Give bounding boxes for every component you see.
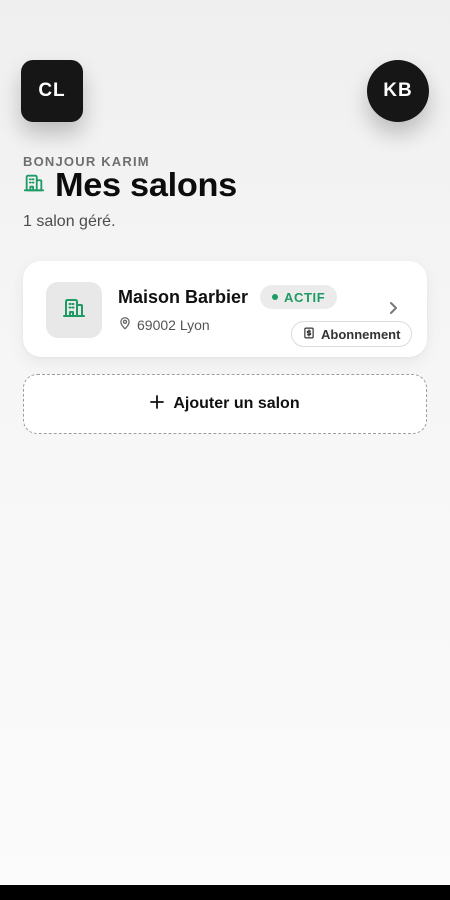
user-avatar[interactable]: KB: [367, 60, 429, 122]
subscription-button[interactable]: Abonnement: [291, 321, 413, 347]
app-badge[interactable]: CL: [21, 60, 83, 122]
map-pin-icon: [118, 316, 132, 333]
bottom-system-bar: [0, 885, 450, 900]
salon-thumbnail: [46, 282, 102, 338]
page-title: Mes salons: [55, 166, 237, 203]
salon-name: Maison Barbier: [118, 287, 249, 307]
location-text: 69002 Lyon: [137, 316, 210, 333]
receipt-icon: [303, 327, 315, 342]
salon-count: 1 salon géré.: [23, 213, 116, 230]
salon-location: 69002 Lyon: [118, 316, 210, 333]
status-dot: [272, 294, 278, 300]
add-salon-label: Ajouter un salon: [173, 395, 300, 412]
chevron-right-icon: [387, 299, 401, 317]
salon-card[interactable]: Maison Barbier ACTIF 69002 Lyon Abonneme…: [23, 261, 427, 357]
add-salon-button[interactable]: Ajouter un salon: [23, 374, 427, 434]
subscription-label: Abonnement: [321, 326, 401, 342]
building-icon: [62, 296, 86, 325]
building-icon: [23, 172, 45, 199]
plus-icon: [150, 394, 165, 414]
status-label: ACTIF: [284, 289, 326, 305]
page-title-row: Mes salons: [23, 166, 237, 204]
status-badge: ACTIF: [260, 285, 338, 309]
